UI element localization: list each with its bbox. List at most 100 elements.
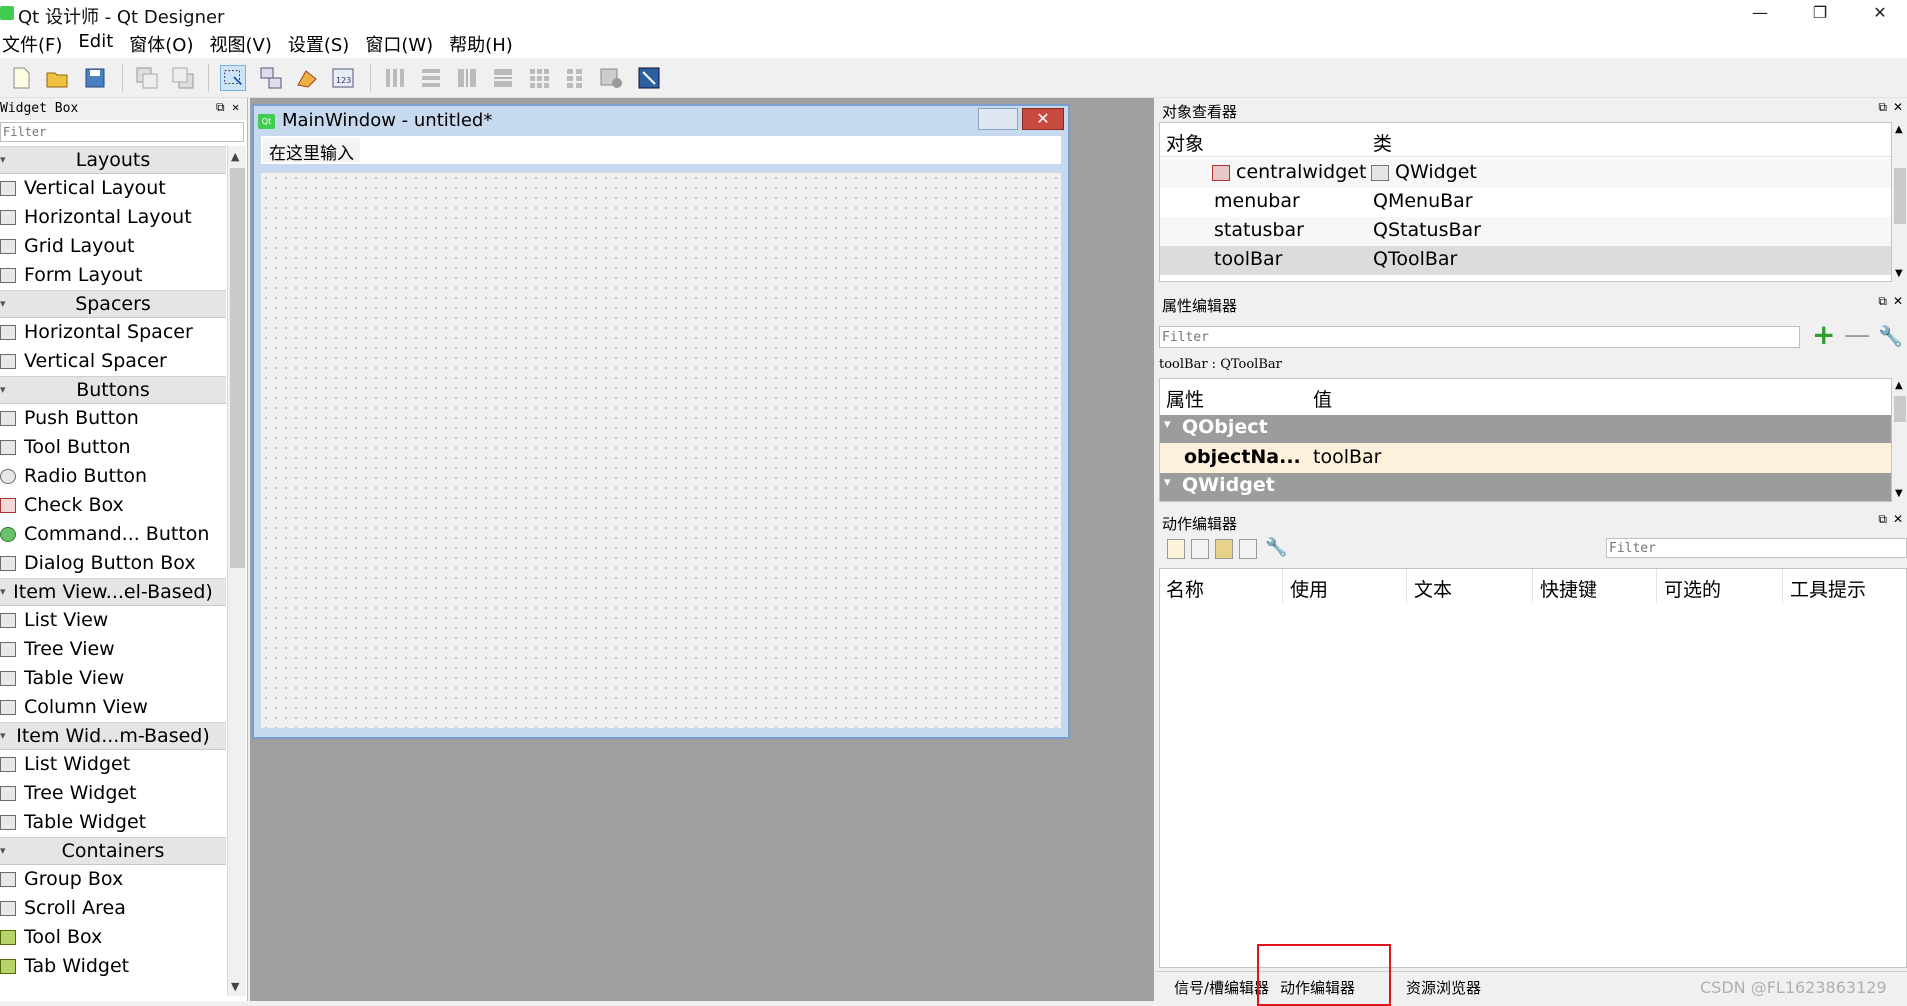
layout-form-icon[interactable] (562, 65, 588, 91)
float-dock-icon[interactable]: ⧉ (1878, 512, 1887, 527)
form-minimize-button[interactable] (978, 108, 1018, 130)
adjust-size-icon[interactable] (636, 65, 662, 91)
column-header-shortcut[interactable]: 快捷键 (1540, 575, 1597, 602)
float-dock-icon[interactable]: ⧉ (1878, 294, 1887, 309)
property-group-qobject[interactable]: ▾ QObject (1160, 415, 1891, 443)
widget-scroll-area[interactable]: Scroll Area (0, 894, 226, 923)
float-dock-icon[interactable]: ⧉ (216, 100, 225, 115)
send-to-back-icon[interactable] (134, 65, 160, 91)
column-header-value[interactable]: 值 (1313, 385, 1332, 412)
property-filter-input[interactable] (1159, 326, 1800, 348)
scroll-down-arrow-icon[interactable]: ▼ (1895, 268, 1903, 279)
widget-tree-widget[interactable]: Tree Widget (0, 779, 226, 808)
tree-row-statusbar[interactable]: statusbar QStatusBar (1160, 217, 1891, 246)
configure-wrench-icon[interactable]: 🔧 (1878, 324, 1903, 348)
add-dynamic-property-icon[interactable]: + (1812, 321, 1836, 349)
tree-row-centralwidget[interactable]: centralwidget QWidget (1160, 159, 1891, 188)
column-header-name[interactable]: 名称 (1166, 575, 1204, 602)
widget-radio-button[interactable]: Radio Button (0, 462, 226, 491)
close-dock-icon[interactable]: ✕ (1893, 512, 1903, 526)
property-row-objectname[interactable]: objectNa... toolBar (1160, 443, 1891, 473)
category-item-views[interactable]: ▾ Item View...el-Based) (0, 578, 226, 606)
layout-vertical-splitter-icon[interactable] (490, 65, 516, 91)
layout-horizontal-splitter-icon[interactable] (454, 65, 480, 91)
bring-to-front-icon[interactable] (170, 65, 196, 91)
minimize-button[interactable]: — (1737, 0, 1783, 28)
widget-push-button[interactable]: Push Button (0, 404, 226, 433)
menu-help[interactable]: 帮助(H) (447, 28, 521, 58)
edit-widgets-icon[interactable] (220, 65, 246, 91)
maximize-button[interactable]: ❐ (1797, 0, 1843, 28)
category-spacers[interactable]: ▾ Spacers (0, 290, 226, 318)
widget-tree-view[interactable]: Tree View (0, 635, 226, 664)
widget-tab-widget[interactable]: Tab Widget (0, 952, 226, 981)
widget-command-link-button[interactable]: Command... Button (0, 520, 226, 549)
column-header-tooltip[interactable]: 工具提示 (1790, 575, 1866, 602)
widget-table-view[interactable]: Table View (0, 664, 226, 693)
break-layout-icon[interactable] (598, 65, 624, 91)
menu-form[interactable]: 窗体(O) (127, 28, 201, 58)
tree-row-menubar[interactable]: menubar QMenuBar (1160, 188, 1891, 217)
scroll-down-arrow-icon[interactable]: ▼ (231, 980, 239, 993)
new-action-icon[interactable] (1167, 539, 1185, 559)
column-header-checkable[interactable]: 可选的 (1664, 575, 1721, 602)
layout-horizontal-icon[interactable] (382, 65, 408, 91)
widget-vertical-layout[interactable]: Vertical Layout (0, 174, 226, 203)
tab-signal-slot-editor[interactable]: 信号/槽编辑器 (1174, 977, 1269, 998)
edit-signals-slots-icon[interactable] (258, 65, 284, 91)
column-header-property[interactable]: 属性 (1166, 385, 1204, 412)
menu-view[interactable]: 视图(V) (207, 28, 279, 58)
form-close-button[interactable]: ✕ (1022, 108, 1064, 130)
widget-vertical-spacer[interactable]: Vertical Spacer (0, 347, 226, 376)
object-inspector-scrollbar[interactable]: ▲ ▼ (1893, 122, 1907, 282)
close-window-button[interactable]: ✕ (1857, 0, 1903, 28)
widget-filter-input[interactable] (0, 122, 244, 142)
category-item-widgets[interactable]: ▾ Item Wid...m-Based) (0, 722, 226, 750)
remove-dynamic-property-icon[interactable]: — (1844, 322, 1870, 348)
column-header-class[interactable]: 类 (1373, 129, 1392, 156)
widget-horizontal-layout[interactable]: Horizontal Layout (0, 203, 226, 232)
column-header-text[interactable]: 文本 (1414, 575, 1452, 602)
close-dock-icon[interactable]: ✕ (1893, 294, 1903, 308)
widget-check-box[interactable]: Check Box (0, 491, 226, 520)
edit-buddies-icon[interactable] (294, 65, 320, 91)
scroll-up-arrow-icon[interactable]: ▲ (1895, 380, 1903, 391)
tree-row-toolbar[interactable]: toolBar QToolBar (1160, 246, 1891, 275)
type-here-menu[interactable]: 在这里输入 (263, 138, 360, 164)
widget-tool-button[interactable]: Tool Button (0, 433, 226, 462)
scrollbar-thumb[interactable] (1894, 396, 1906, 422)
column-header-object[interactable]: 对象 (1166, 129, 1204, 156)
scrollbar-thumb[interactable] (1894, 168, 1906, 224)
close-dock-icon[interactable]: ✕ (232, 100, 239, 114)
menu-edit[interactable]: Edit (76, 28, 121, 58)
tab-resource-browser[interactable]: 资源浏览器 (1406, 977, 1481, 998)
layout-grid-icon[interactable] (526, 65, 552, 91)
delete-action-icon[interactable] (1239, 539, 1257, 559)
form-main-window[interactable]: Qt MainWindow - untitled* ✕ 在这里输入 (252, 104, 1070, 739)
widget-box-scrollbar[interactable]: ▲ ▼ (227, 146, 246, 996)
menu-window[interactable]: 窗口(W) (363, 28, 441, 58)
widget-tool-box[interactable]: Tool Box (0, 923, 226, 952)
widget-column-view[interactable]: Column View (0, 693, 226, 722)
new-file-icon[interactable] (8, 65, 34, 91)
widget-grid-layout[interactable]: Grid Layout (0, 232, 226, 261)
category-containers[interactable]: ▾ Containers (0, 837, 226, 865)
widget-list-view[interactable]: List View (0, 606, 226, 635)
widget-group-box[interactable]: Group Box (0, 865, 226, 894)
copy-action-icon[interactable] (1191, 539, 1209, 559)
column-header-used[interactable]: 使用 (1290, 575, 1328, 602)
configure-wrench-icon[interactable]: 🔧 (1265, 537, 1287, 558)
widget-table-widget[interactable]: Table Widget (0, 808, 226, 837)
scroll-up-arrow-icon[interactable]: ▲ (1895, 124, 1903, 135)
layout-vertical-icon[interactable] (418, 65, 444, 91)
category-layouts[interactable]: ▾ Layouts (0, 146, 226, 174)
menu-settings[interactable]: 设置(S) (286, 28, 357, 58)
action-filter-input[interactable] (1606, 538, 1907, 558)
open-file-icon[interactable] (44, 65, 70, 91)
widget-dialog-button-box[interactable]: Dialog Button Box (0, 549, 226, 578)
category-buttons[interactable]: ▾ Buttons (0, 376, 226, 404)
menu-file[interactable]: 文件(F) (0, 28, 70, 58)
widget-list-widget[interactable]: List Widget (0, 750, 226, 779)
form-canvas[interactable] (261, 172, 1061, 728)
widget-form-layout[interactable]: Form Layout (0, 261, 226, 290)
